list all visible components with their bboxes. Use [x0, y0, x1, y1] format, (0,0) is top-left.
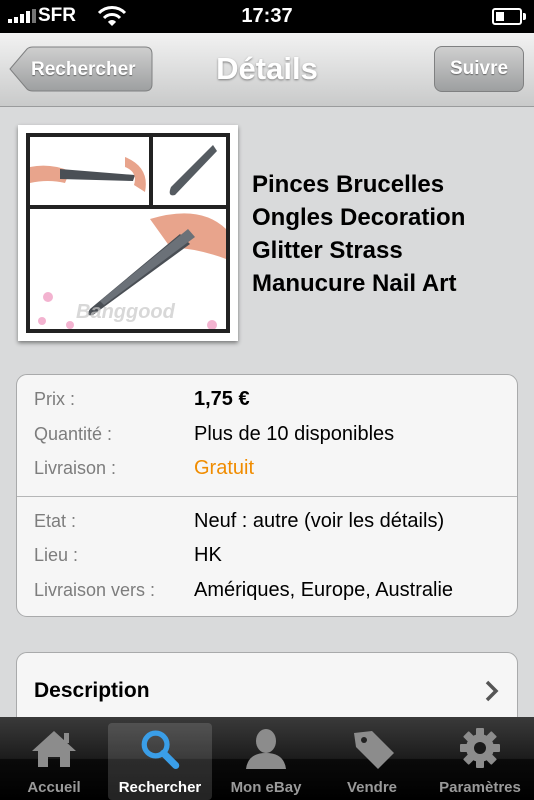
clock: 17:37 — [241, 5, 293, 27]
tab-label: Mon eBay — [230, 779, 302, 796]
person-icon — [246, 729, 286, 769]
battery-icon — [492, 8, 526, 25]
divider — [17, 496, 517, 497]
tab-vendre[interactable]: Vendre — [320, 717, 424, 800]
tab-mon-ebay[interactable]: Mon eBay — [214, 717, 318, 800]
product-title: Pinces Brucelles Ongles Decoration Glitt… — [252, 171, 466, 297]
quantity-label: Quantité : — [34, 424, 113, 444]
ships-to-value: Amériques, Europe, Australie — [194, 579, 454, 601]
condition-value[interactable]: Neuf : autre (voir les détails) — [194, 510, 444, 533]
chevron-right-icon — [485, 680, 499, 702]
tab-parametres[interactable]: Paramètres — [428, 717, 532, 800]
ships-to-label: Livraison vers : — [34, 580, 156, 600]
price-value: 1,75 € — [194, 388, 250, 410]
tab-rechercher[interactable]: Rechercher — [108, 723, 212, 800]
follow-button-label: Suivre — [449, 58, 509, 79]
gear-icon — [460, 728, 500, 768]
product-photo-3: Banggood — [30, 209, 226, 329]
tab-label: Rechercher — [118, 779, 202, 796]
image-watermark: Banggood — [76, 301, 175, 323]
search-icon — [141, 730, 180, 769]
description-label: Description — [34, 679, 150, 702]
condition-label: Etat : — [34, 511, 77, 531]
item-details-card: Prix : 1,75 € Quantité : Plus de 10 disp… — [16, 374, 518, 617]
quantity-value: Plus de 10 disponibles — [194, 423, 395, 445]
location-label: Lieu : — [34, 545, 79, 565]
price-label: Prix : — [34, 389, 76, 409]
tag-icon — [354, 731, 394, 769]
tab-bar: Accueil Rechercher Mon eBay Vendre Param… — [0, 717, 534, 800]
home-icon — [32, 731, 76, 767]
location-value: HK — [194, 544, 222, 566]
tab-label: Paramètres — [439, 779, 521, 796]
status-bar: SFR 17:37 — [0, 0, 534, 33]
product-photo-1 — [30, 137, 149, 205]
shipping-label: Livraison : — [34, 458, 117, 478]
tab-accueil[interactable]: Accueil — [2, 717, 106, 800]
product-photo-2 — [153, 137, 226, 205]
navigation-bar: Rechercher Détails Suivre — [0, 33, 534, 107]
follow-button[interactable]: Suivre — [434, 46, 524, 92]
tab-label: Vendre — [346, 779, 398, 796]
shipping-value: Gratuit — [194, 457, 255, 479]
product-image[interactable]: Banggood — [18, 125, 238, 341]
tab-label: Accueil — [27, 779, 81, 796]
